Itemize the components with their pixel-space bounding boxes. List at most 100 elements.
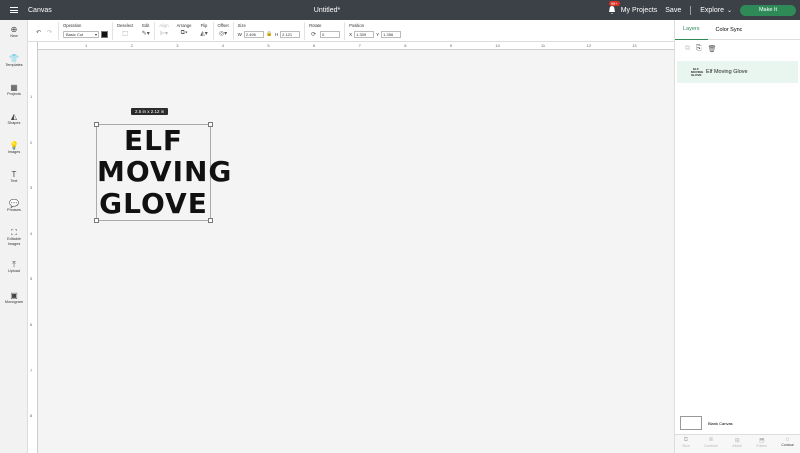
ruler-mark: 4	[30, 230, 33, 236]
horizontal-ruler: 1 2 3 4 5 6 7 8 9 10 11 12 13	[38, 42, 674, 50]
flip-group: Flip ◭▾	[200, 20, 209, 38]
sidebar-item-label: Text	[10, 179, 18, 183]
sidebar-item-templates[interactable]: 👕 Templates	[0, 54, 28, 68]
layer-item[interactable]: ELF MOVING GLOVE Elf Moving Glove	[677, 61, 798, 83]
attach-icon: ⊞	[734, 438, 740, 444]
x-input[interactable]: 1.309	[354, 30, 375, 38]
projects-icon: ▦	[10, 83, 18, 92]
width-input[interactable]: 2.496	[243, 30, 264, 38]
bottom-label: Slice	[682, 444, 690, 448]
sidebar-item-images[interactable]: 💡 Images	[0, 141, 28, 155]
ruler-mark: 10	[495, 43, 500, 48]
align-icon[interactable]: ⊫▾	[159, 29, 168, 38]
ruler-mark: 2	[130, 43, 133, 48]
x-label: X	[349, 31, 353, 37]
sidebar-item-new[interactable]: ⊕ New	[0, 25, 28, 39]
resize-handle[interactable]	[94, 218, 99, 223]
blank-canvas[interactable]: Blank Canvas	[680, 416, 733, 430]
ruler-mark: 11	[541, 43, 546, 48]
ruler-mark: 8	[404, 43, 407, 48]
plus-circle-icon: ⊕	[10, 25, 18, 34]
vertical-ruler: 1 2 3 4 5 6 7 8	[28, 42, 38, 453]
divider	[58, 22, 59, 40]
chevron-down-icon[interactable]: ⌄	[727, 7, 732, 14]
y-label: Y	[376, 31, 380, 37]
edit-toolbar: ↶ ↷ Operation Basic Cut ▾ Deselect ⬚ Edit …	[0, 20, 674, 42]
color-swatch[interactable]	[101, 30, 108, 38]
attach-button[interactable]: ⊞ Attach	[732, 437, 742, 448]
layer-thumbnail: ELF MOVING GLOVE	[691, 67, 703, 77]
slice-button[interactable]: ⧉ Slice	[682, 437, 690, 448]
trash-icon[interactable]: 🗑	[708, 45, 717, 53]
arrange-icon[interactable]: ⧉▾	[180, 29, 189, 38]
ruler-mark: 4	[221, 43, 225, 48]
blank-canvas-label: Blank Canvas	[708, 420, 733, 426]
offset-icon[interactable]: ◎▾	[219, 29, 228, 38]
selected-design[interactable]: ELF MOVING GLOVE	[94, 122, 231, 223]
deselect-group: Deselect ⬚	[117, 20, 133, 38]
shapes-icon: ◭	[10, 112, 18, 121]
ruler-mark: 8	[30, 413, 33, 419]
notification-badge: 99+	[608, 1, 620, 6]
tab-layers[interactable]: Layers	[675, 20, 708, 40]
height-input[interactable]: 2.121	[280, 30, 301, 38]
canvas-thumbnail	[680, 416, 702, 430]
align-group: Align ⊫▾	[159, 20, 168, 38]
divider	[344, 22, 346, 40]
ruler-mark: 13	[632, 43, 637, 48]
edit-group: Edit ✎▾	[141, 20, 150, 38]
combine-button[interactable]: ⧈ Combine	[704, 437, 718, 448]
rotate-group: Rotate ⟳ 0	[309, 20, 341, 39]
sidebar-item-label: Monogram	[4, 300, 24, 304]
sidebar-item-editable-images[interactable]: ⛶ Editable Images	[1, 228, 27, 246]
design-text-line: GLOVE	[99, 187, 208, 220]
sidebar-item-label: Shapes	[7, 121, 21, 125]
ruler-mark: 5	[267, 43, 270, 48]
sidebar-item-label: New	[10, 34, 18, 38]
explore-button[interactable]: Explore	[700, 7, 724, 14]
sidebar-item-projects[interactable]: ▦ Projects	[0, 83, 28, 97]
edit-pen-icon[interactable]: ✎▾	[141, 29, 150, 38]
resize-handle[interactable]	[208, 218, 213, 223]
design-text-line: ELF	[123, 124, 184, 157]
offset-group: Offset ◎▾	[218, 20, 229, 38]
sidebar-item-label: Upload	[7, 269, 21, 273]
sidebar-item-text[interactable]: T Text	[0, 170, 28, 184]
operation-select[interactable]: Basic Cut ▾	[63, 30, 99, 38]
contour-button[interactable]: ◌ Contour	[781, 437, 793, 447]
save-button[interactable]: Save	[665, 7, 681, 14]
deselect-icon[interactable]: ⬚	[121, 29, 130, 38]
flip-icon[interactable]: ◭▾	[200, 29, 209, 38]
document-title[interactable]: Untitled*	[0, 7, 654, 14]
ruler-mark: 1	[30, 94, 33, 99]
operation-value: Basic Cut	[66, 31, 84, 37]
sidebar-item-label: Phrases	[7, 208, 21, 212]
ruler-mark: 6	[30, 322, 33, 327]
top-bar: Canvas Untitled* 99+ My Projects Save Ex…	[0, 0, 800, 20]
ruler-mark: 3	[30, 185, 33, 191]
tab-color-sync[interactable]: Color Sync	[708, 20, 751, 40]
resize-handle[interactable]	[208, 122, 213, 127]
group-icon[interactable]: ⧉	[685, 45, 690, 53]
resize-handle[interactable]	[94, 122, 99, 127]
operation-group: Operation Basic Cut ▾	[63, 20, 108, 39]
make-it-button[interactable]: Make It	[740, 4, 796, 16]
sidebar-item-shapes[interactable]: ◭ Shapes	[0, 112, 28, 126]
sidebar-item-monogram[interactable]: ▣ Monogram	[0, 291, 28, 305]
bell-icon[interactable]: 99+	[607, 1, 620, 15]
duplicate-icon[interactable]: ⎘	[696, 45, 702, 53]
position-group: Position X 1.309 Y 1.356	[349, 20, 402, 39]
sidebar-item-phrases[interactable]: 💬 Phrases	[0, 199, 28, 213]
flatten-button[interactable]: ⬒ Flatten	[756, 437, 767, 448]
combine-icon: ⧈	[709, 437, 713, 443]
bottom-label: Contour	[781, 443, 794, 447]
lock-icon[interactable]: 🔒	[266, 30, 273, 39]
sidebar-item-label: Editable Images	[7, 237, 21, 246]
redo-icon[interactable]: ↷	[45, 28, 54, 37]
my-projects-button[interactable]: My Projects	[621, 7, 658, 14]
bottom-label: Combine	[703, 444, 718, 448]
undo-icon[interactable]: ↶	[34, 28, 43, 37]
sidebar-item-upload[interactable]: ⤒ Upload	[0, 260, 28, 274]
rotate-input[interactable]: 0	[320, 30, 341, 38]
y-input[interactable]: 1.356	[381, 30, 402, 38]
